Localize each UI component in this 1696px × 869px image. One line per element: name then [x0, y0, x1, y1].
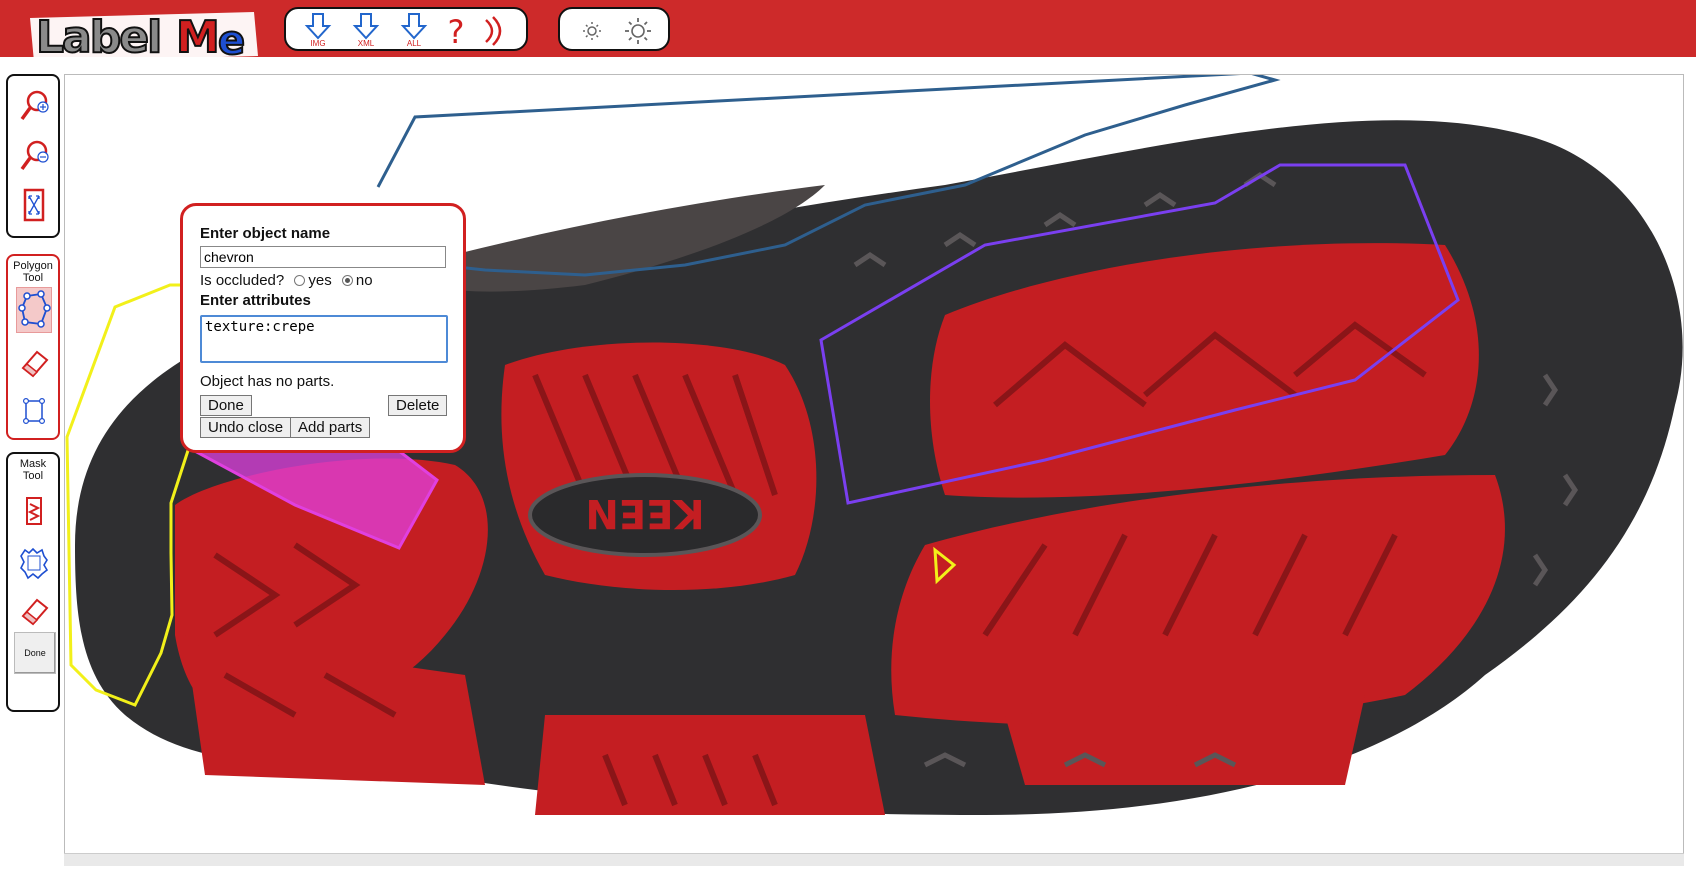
- zoom-in-icon: [20, 90, 49, 121]
- horizontal-scrollbar[interactable]: [64, 853, 1684, 866]
- occluded-row: Is occluded? yes no: [200, 272, 373, 289]
- svg-text:e: e: [218, 18, 245, 64]
- sun-small-icon: [583, 22, 601, 40]
- object-name-heading: Enter object name: [200, 225, 331, 242]
- polygon-eraser-button[interactable]: [17, 344, 51, 382]
- occluded-label: Is occluded?: [200, 272, 285, 289]
- download-arrow-icon: [352, 13, 380, 40]
- svg-text:Label: Label: [36, 12, 160, 63]
- download-xml-label: XML: [357, 39, 375, 48]
- download-xml-button[interactable]: XML: [348, 12, 384, 50]
- scribble-icon: [26, 497, 42, 525]
- mask-region-button[interactable]: [17, 544, 51, 582]
- bounding-box-button[interactable]: [17, 392, 51, 430]
- download-img-button[interactable]: IMG: [300, 12, 336, 50]
- attributes-textarea[interactable]: texture:crepe: [200, 315, 448, 363]
- annotation-canvas[interactable]: KEEN: [64, 74, 1684, 863]
- download-all-button[interactable]: ALL: [396, 12, 432, 50]
- delete-button[interactable]: Delete: [388, 395, 448, 416]
- download-arrow-icon: [304, 13, 332, 40]
- brightness-up-button[interactable]: [620, 12, 656, 50]
- signal-waves-icon: [485, 16, 502, 46]
- svg-text:?: ?: [448, 13, 465, 50]
- zoom-out-button[interactable]: [17, 136, 51, 174]
- zoom-panel: [6, 74, 60, 238]
- object-label-popup: Enter object name Is occluded? yes no En…: [180, 203, 466, 453]
- brightness-toolgroup: [558, 7, 670, 51]
- occluded-yes-label: yes: [308, 272, 332, 289]
- object-name-input[interactable]: [200, 246, 446, 268]
- signal-button[interactable]: [476, 12, 512, 50]
- brightness-down-button[interactable]: [574, 12, 610, 50]
- labelme-logo: Label M e: [28, 6, 260, 65]
- polygon-tool-title: Polygon Tool: [13, 260, 53, 284]
- download-arrow-icon: [400, 13, 428, 40]
- top-toolbar: Label M e IMG XML ALL ?: [0, 0, 1696, 65]
- bounding-box-icon: [22, 397, 46, 425]
- question-mark-icon: ?: [448, 13, 465, 51]
- occluded-no-label: no: [355, 272, 373, 289]
- polygon-tool-button[interactable]: [16, 287, 52, 333]
- occluded-yes-radio[interactable]: [294, 275, 306, 286]
- download-img-label: IMG: [310, 39, 326, 48]
- sun-large-icon: [625, 18, 651, 44]
- done-button[interactable]: Done: [200, 395, 252, 416]
- polygon-tool-panel: Polygon Tool: [6, 254, 60, 440]
- scribble-button[interactable]: [17, 492, 51, 530]
- download-toolgroup: IMG XML ALL ?: [284, 7, 528, 51]
- attributes-heading: Enter attributes: [200, 292, 311, 309]
- mask-eraser-button[interactable]: [17, 592, 51, 630]
- mask-done-button[interactable]: Done: [14, 632, 56, 674]
- help-button[interactable]: ?: [438, 12, 474, 51]
- eraser-icon: [21, 350, 49, 378]
- mask-tool-title: Mask Tool: [19, 458, 47, 482]
- add-parts-button[interactable]: Add parts: [290, 417, 371, 438]
- svg-text:M: M: [176, 12, 220, 63]
- eraser-icon: [21, 598, 49, 626]
- fit-to-screen-button[interactable]: [17, 186, 51, 224]
- mask-tool-panel: Mask Tool Done: [6, 452, 60, 712]
- parts-status-text: Object has no parts.: [200, 373, 335, 390]
- fit-screen-icon: [23, 188, 45, 222]
- download-all-label: ALL: [406, 39, 422, 48]
- zoom-in-button[interactable]: [17, 86, 51, 124]
- svg-text:KEEN: KEEN: [585, 490, 704, 536]
- polygon-icon: [18, 290, 51, 328]
- undo-close-button[interactable]: Undo close: [200, 417, 292, 438]
- zoom-out-icon: [20, 140, 49, 171]
- jagged-region-icon: [20, 547, 49, 580]
- occluded-no-radio[interactable]: [341, 275, 353, 286]
